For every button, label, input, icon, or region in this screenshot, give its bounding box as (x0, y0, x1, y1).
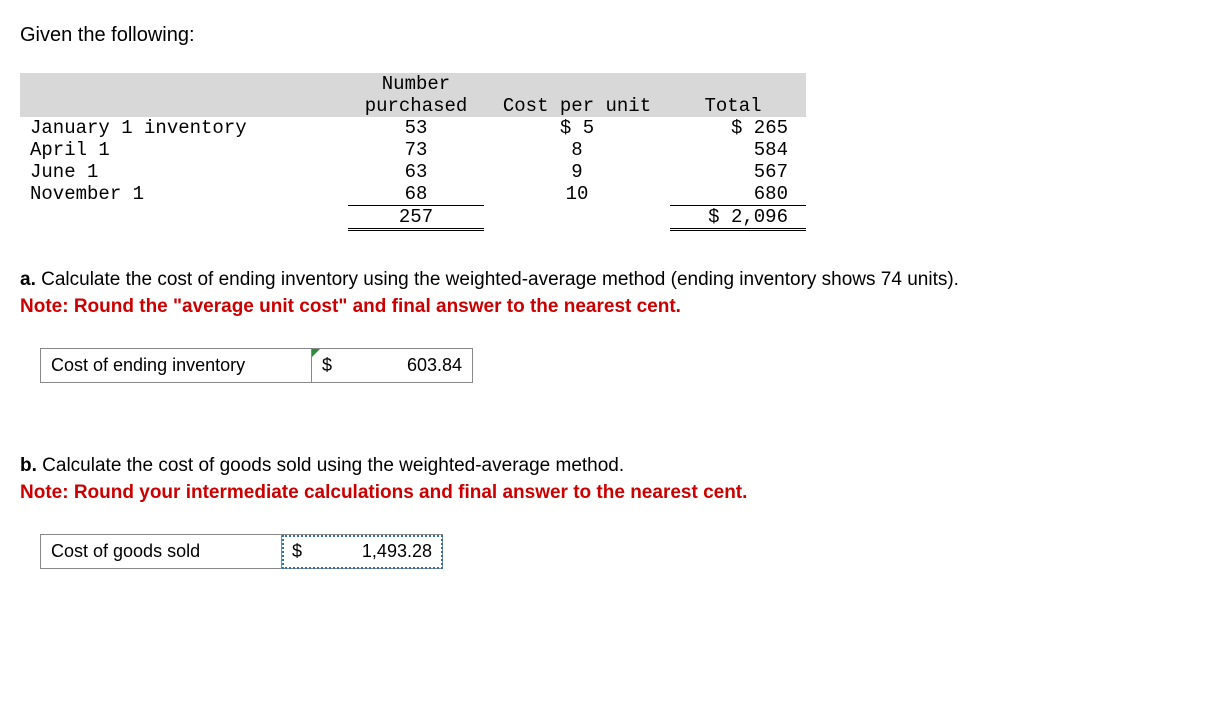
row-number: 53 (348, 117, 484, 139)
row-total: 584 (670, 139, 806, 161)
row-label: June 1 (20, 161, 348, 183)
currency-symbol: $ (322, 355, 332, 376)
table-row: November 1 68 10 680 (20, 183, 806, 206)
row-number: 63 (348, 161, 484, 183)
row-label: April 1 (20, 139, 348, 161)
table-row: April 1 73 8 584 (20, 139, 806, 161)
table-row: January 1 inventory 53 $ 5 $ 265 (20, 117, 806, 139)
answer-b-value: 1,493.28 (362, 541, 432, 561)
row-cost: 10 (484, 183, 670, 206)
row-cost: $ 5 (484, 117, 670, 139)
row-total: $ 265 (670, 117, 806, 139)
answer-a-value: 603.84 (407, 355, 462, 375)
table-totals-row: 257 $ 2,096 (20, 206, 806, 230)
header-total-blank (670, 73, 806, 95)
row-number: 73 (348, 139, 484, 161)
answer-a-label: Cost of ending inventory (41, 349, 312, 383)
question-b-text: Calculate the cost of goods sold using t… (37, 455, 624, 476)
answer-b-block: Cost of goods sold $ 1,493.28 (40, 534, 1185, 569)
header-blank (20, 73, 348, 95)
total-number: 257 (348, 206, 484, 230)
total-amount: $ 2,096 (670, 206, 806, 230)
header-cost: Cost per unit (484, 95, 670, 117)
header-cost-blank (484, 73, 670, 95)
answer-a-block: Cost of ending inventory $ 603.84 (40, 348, 1185, 383)
inventory-table: Number purchased Cost per unit Total Jan… (20, 73, 806, 231)
intro-text: Given the following: (20, 24, 1185, 47)
question-a-letter: a. (20, 269, 36, 290)
question-a: a. Calculate the cost of ending inventor… (20, 267, 1185, 320)
currency-symbol: $ (292, 541, 302, 562)
answer-b-label: Cost of goods sold (41, 535, 282, 569)
question-b-letter: b. (20, 455, 37, 476)
question-b: b. Calculate the cost of goods sold usin… (20, 453, 1185, 506)
row-cost: 9 (484, 161, 670, 183)
answer-b-input[interactable]: $ 1,493.28 (282, 535, 443, 569)
row-label: November 1 (20, 183, 348, 206)
question-a-note: Note: Round the "average unit cost" and … (20, 296, 681, 317)
row-total: 680 (670, 183, 806, 206)
row-total: 567 (670, 161, 806, 183)
header-number: Number (348, 73, 484, 95)
header-total: Total (670, 95, 806, 117)
row-cost: 8 (484, 139, 670, 161)
table-row: June 1 63 9 567 (20, 161, 806, 183)
question-b-note: Note: Round your intermediate calculatio… (20, 482, 747, 503)
row-number: 68 (348, 183, 484, 206)
question-a-text: Calculate the cost of ending inventory u… (36, 269, 959, 290)
row-label: January 1 inventory (20, 117, 348, 139)
answer-a-input[interactable]: $ 603.84 (312, 349, 473, 383)
header-purchased: purchased (348, 95, 484, 117)
